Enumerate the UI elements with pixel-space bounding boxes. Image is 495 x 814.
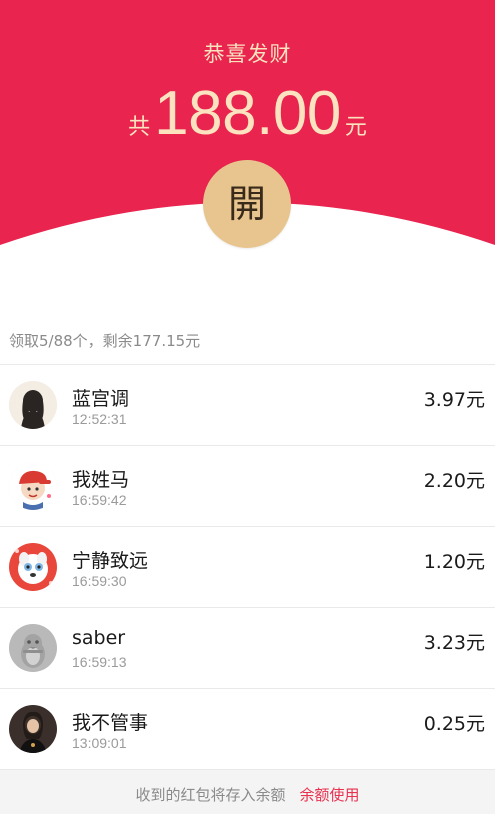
avatar-girl-silhouette-icon[interactable] (9, 381, 57, 429)
receiver-name: 宁静致远 (72, 550, 149, 572)
receive-time: 12:52:31 (72, 411, 127, 427)
avatar-photo-girl-icon[interactable] (9, 705, 57, 753)
total-amount: 共188.00 元 (0, 78, 495, 149)
red-packet-detail-page: 恭喜发财 共188.00 元 開 领取5/88个，剩余177.15元 蓝宫调 12… (0, 0, 495, 814)
receive-amount: 0.25元 (423, 713, 485, 735)
avatar-cartoon-dog-icon[interactable] (9, 543, 57, 591)
balance-usage-link[interactable]: 余额使用 (300, 786, 360, 804)
receiver-name: 我不管事 (72, 712, 149, 734)
balance-note: 收到的红包将存入余额 (135, 786, 286, 804)
open-red-packet-button[interactable]: 開 (203, 160, 291, 248)
receiver-row[interactable]: 宁静致远 16:59:30 1.20元 (0, 527, 495, 608)
receive-time: 13:09:01 (72, 735, 127, 751)
receiver-name: 蓝宫调 (72, 388, 130, 410)
greeting-text: 恭喜发财 (203, 42, 292, 66)
amount-suffix: 元 (344, 115, 367, 140)
amount-value: 188.00 (154, 79, 341, 148)
claim-summary: 领取5/88个，剩余177.15元 (9, 332, 201, 350)
footer-bar: 收到的红包将存入余额 余额使用 (0, 770, 495, 814)
receiver-row[interactable]: 我不管事 13:09:01 0.25元 (0, 689, 495, 770)
avatar-penguin-icon[interactable] (9, 624, 57, 672)
receive-amount: 3.97元 (423, 389, 485, 411)
receive-amount: 2.20元 (423, 470, 485, 492)
avatar-cartoon-boy-icon[interactable] (9, 462, 57, 510)
receiver-list: 蓝宫调 12:52:31 3.97元 我姓马 16:59:42 2.20元 宁静… (0, 364, 495, 770)
receiver-name: saber (72, 627, 126, 649)
receive-time: 16:59:13 (72, 654, 127, 670)
receive-time: 16:59:42 (72, 492, 127, 508)
receiver-row[interactable]: 我姓马 16:59:42 2.20元 (0, 446, 495, 527)
receiver-row[interactable]: 蓝宫调 12:52:31 3.97元 (0, 365, 495, 446)
receive-amount: 1.20元 (423, 551, 485, 573)
receiver-name: 我姓马 (72, 469, 130, 491)
receive-time: 16:59:30 (72, 573, 127, 589)
receiver-row[interactable]: saber 16:59:13 3.23元 (0, 608, 495, 689)
receive-amount: 3.23元 (423, 632, 485, 654)
amount-prefix: 共 (128, 115, 151, 140)
